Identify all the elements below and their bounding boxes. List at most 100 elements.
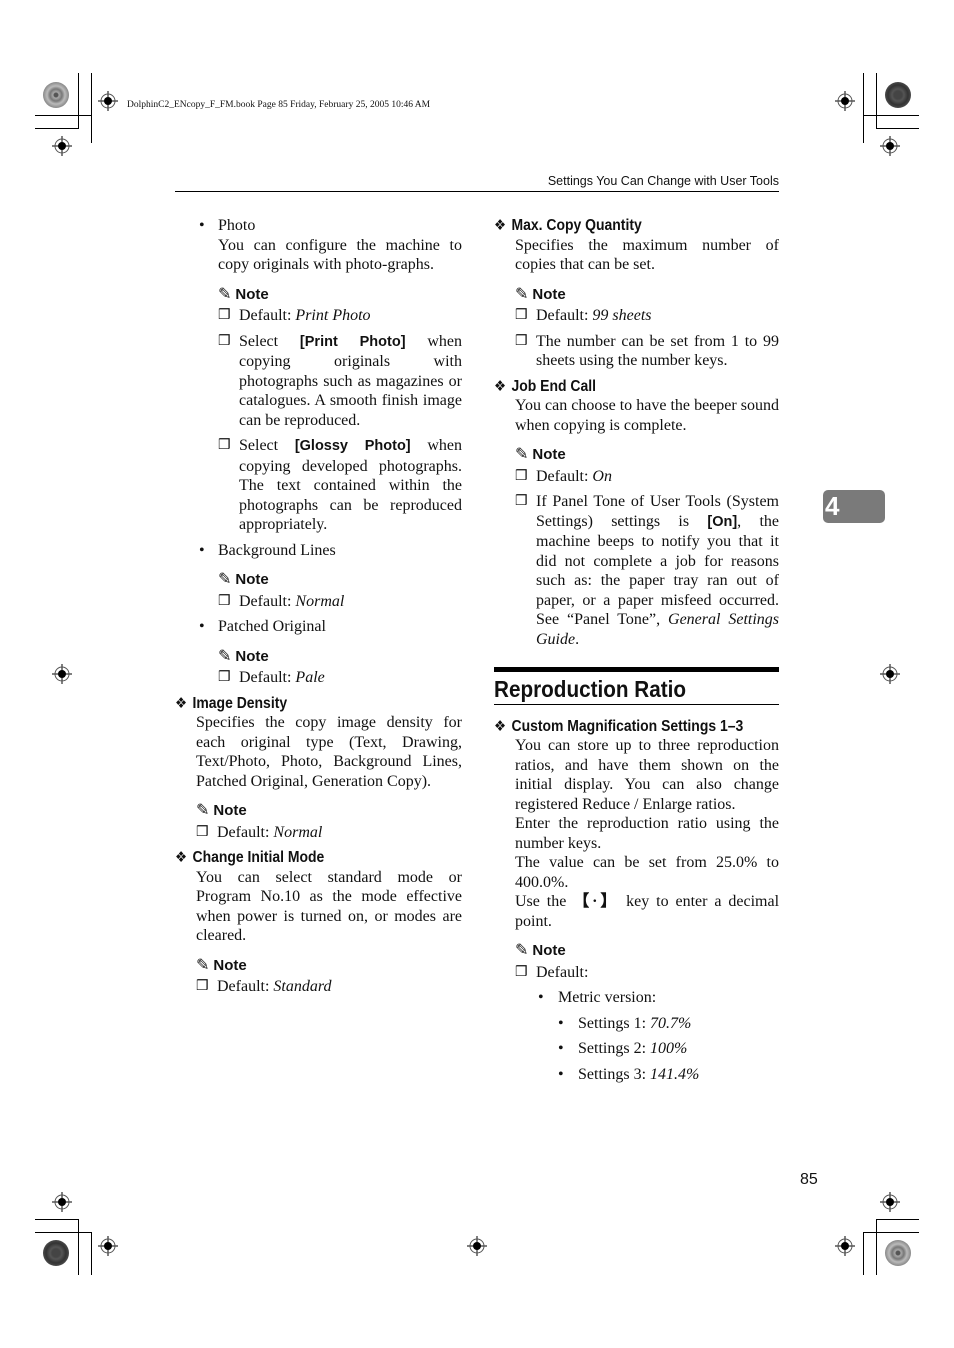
crop-line [78, 1219, 79, 1275]
heading-text: Reproduction Ratio [494, 676, 687, 702]
diamond-bullet-icon: ❖ [494, 717, 507, 735]
list-item-setting: • Settings 3: 141.4% [556, 1065, 779, 1085]
checkbox-icon: ❒ [515, 964, 528, 980]
crop-line [876, 1219, 877, 1275]
section-heading: ❖ Job End Call [494, 377, 751, 397]
item-title: Patched Original [218, 618, 326, 635]
diamond-bullet-icon: ❖ [494, 377, 507, 395]
note-heading: ✎ Note [196, 956, 462, 976]
checkbox-icon: ❒ [515, 494, 528, 509]
note-item: ❒ If Panel Tone of User Tools (System Set… [515, 492, 779, 649]
note-item: ❒ Default: On [515, 467, 779, 487]
checkbox-icon: ❒ [196, 824, 209, 840]
default-value: Print Photo [295, 307, 371, 324]
bullet-icon: • [199, 618, 205, 635]
setting-value: 70.7% [650, 1014, 692, 1032]
right-column: ❖ Max. Copy Quantity Specifies the maximu… [494, 216, 779, 1090]
bullet-icon: • [199, 217, 205, 234]
note-text: Default: [217, 978, 274, 995]
pencil-icon: ✎ [515, 942, 529, 959]
bullet-icon: • [538, 989, 544, 1006]
registration-disc-icon [43, 82, 69, 108]
note-item: ❒ Default: Standard [196, 977, 462, 997]
item-description: You can configure the machine to copy or… [218, 236, 462, 274]
setting-label: Settings 1: [578, 1014, 651, 1032]
checkbox-icon: ❒ [196, 979, 209, 994]
item-title: Photo [218, 217, 256, 234]
crop-line [35, 128, 78, 129]
item-title: Background Lines [218, 541, 336, 559]
checkbox-icon: ❒ [218, 308, 231, 323]
bullet-icon: • [558, 1065, 564, 1083]
note-label: Note [235, 285, 269, 303]
section-custom-magnification: ❖ Custom Magnification Settings 1–3 You c… [494, 717, 779, 932]
note-block: ✎ Note ❒ Default: Print Photo ❒ Select [Pri… [175, 285, 462, 535]
default-list: • Metric version: • Settings 1: 70.7% • Set… [515, 988, 779, 1084]
registration-disc-icon [885, 82, 911, 108]
note-item: ❒ Select [Glossy Photo] when copying deve… [218, 436, 462, 535]
registration-target-icon [835, 1236, 855, 1256]
note-label: Note [235, 571, 269, 588]
note-label: Note [235, 647, 269, 665]
registration-target-icon [467, 1236, 487, 1256]
crop-line [863, 115, 919, 116]
bullet-icon: • [558, 1014, 564, 1032]
default-value: Normal [295, 592, 345, 610]
note-item: ❒ Default: Pale [218, 668, 462, 688]
section-title: Max. Copy Quantity [511, 217, 642, 234]
setting-label: Settings 3: [578, 1065, 651, 1083]
note-item: ❒ The number can be set from 1 to 99 shee… [515, 332, 779, 371]
note-block: ✎ Note ❒ Default: • Metric version: • Settin… [494, 941, 779, 1084]
crop-line [863, 1232, 919, 1233]
note-item: ❒ Default: 99 sheets [515, 306, 779, 326]
ui-key-glossy-photo: [Glossy Photo] [294, 438, 411, 454]
section-title: Image Density [192, 694, 288, 712]
description-paragraph: You can store up to three reproduction r… [515, 737, 779, 813]
text: Use the [515, 893, 574, 910]
crop-line [91, 1232, 92, 1275]
bullet-icon: • [558, 1040, 564, 1057]
section-description: Specifies the copy image density for eac… [196, 714, 462, 790]
pencil-icon: ✎ [218, 285, 232, 303]
checkbox-icon: ❒ [218, 670, 231, 685]
note-heading: ✎ Note [218, 647, 462, 667]
section-description: You can select standard mode or Program … [196, 868, 462, 945]
registration-target-icon [52, 1192, 72, 1212]
registration-target-icon [880, 136, 900, 156]
note-text: Default: [536, 467, 593, 485]
setting-value: 100% [650, 1040, 688, 1057]
section-title: Job End Call [511, 377, 596, 395]
note-block: ✎ Note ❒ Default: Normal [175, 570, 462, 611]
registration-disc-icon [885, 1240, 911, 1266]
ui-key-on: [On] [707, 513, 738, 530]
note-heading: ✎ Note [218, 285, 462, 305]
section-job-end-call: ❖ Job End Call You can choose to have the… [494, 377, 779, 436]
crop-line [35, 1232, 91, 1233]
list-item-setting: • Settings 2: 100% [556, 1039, 779, 1059]
list-item-photo: • Photo You can configure the machine to… [175, 216, 462, 275]
default-value: On [592, 467, 612, 485]
registration-target-icon [880, 664, 900, 684]
note-block: ✎ Note ❒ Default: Normal [175, 801, 462, 842]
pencil-icon: ✎ [196, 956, 210, 974]
pencil-icon: ✎ [515, 446, 529, 463]
note-item: ❒ Default: Normal [218, 592, 462, 612]
section-description: You can choose to have the beeper sound … [515, 397, 779, 434]
list-item-background-lines: • Background Lines [175, 541, 462, 561]
chapter-tab: 4 [823, 490, 885, 523]
checkbox-icon: ❒ [218, 593, 231, 609]
note-heading: ✎ Note [218, 570, 462, 590]
pencil-icon: ✎ [218, 647, 232, 665]
note-label: Note [532, 942, 566, 959]
pencil-icon: ✎ [515, 285, 529, 303]
note-text: Select [239, 332, 300, 350]
section-heading: ❖ Custom Magnification Settings 1–3 [494, 717, 751, 737]
section-description: You can store up to three reproduction r… [494, 736, 779, 931]
note-heading: ✎ Note [515, 285, 779, 305]
section-heading: ❖ Image Density [175, 694, 433, 714]
note-text: The number can be set from 1 to 99 sheet… [536, 332, 779, 370]
checkbox-icon: ❒ [515, 308, 528, 323]
note-block: ✎ Note ❒ Default: 99 sheets ❒ The number ca… [494, 285, 779, 371]
decimal-key-icon: 【·】 [573, 893, 620, 910]
bullet-icon: • [199, 541, 205, 559]
